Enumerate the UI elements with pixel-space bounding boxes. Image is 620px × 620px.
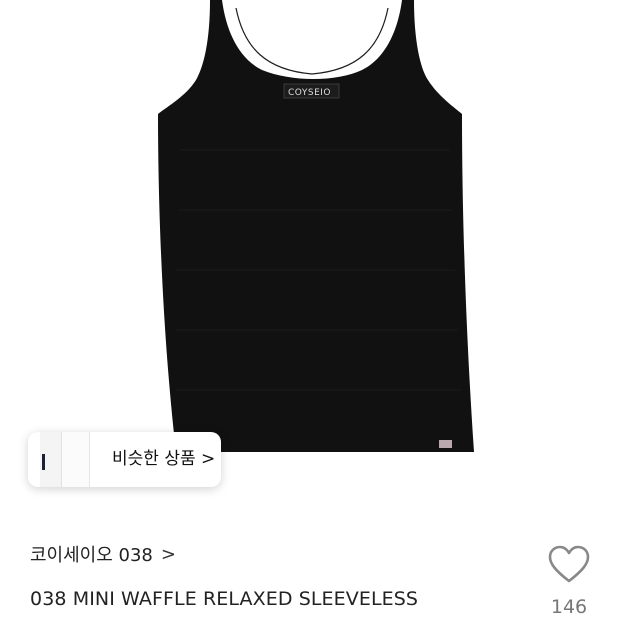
product-title: 038 MINI WAFFLE RELAXED SLEEVELESS [30, 588, 419, 610]
similar-products-thumbnail [40, 432, 90, 487]
brand-link[interactable]: 코이세이오 038 > [30, 540, 176, 568]
similar-products-label: 비슷한 상품 > [112, 449, 216, 469]
heart-outline-icon [548, 545, 590, 583]
tank-top-body [158, 0, 474, 452]
like-button[interactable]: 146 [540, 545, 598, 620]
similar-products-button[interactable]: 비슷한 상품 > [28, 432, 221, 487]
garment-hem-tag [439, 440, 452, 448]
chevron-right-icon: > [160, 543, 176, 565]
brand-name: 코이세이오 038 [30, 545, 153, 566]
like-count: 146 [550, 596, 588, 618]
garment-label-text: COYSEIO [288, 88, 331, 98]
